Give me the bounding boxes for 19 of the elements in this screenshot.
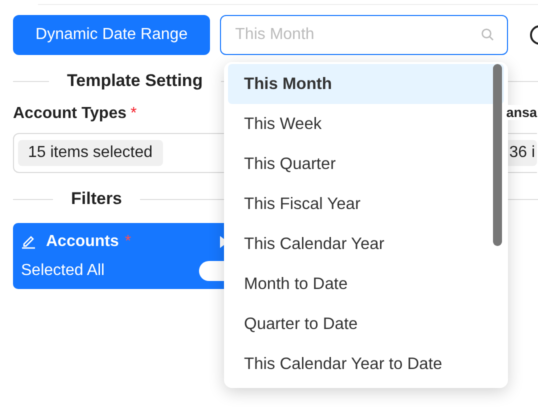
- menu-option[interactable]: This Fiscal Year: [228, 184, 504, 224]
- menu-option[interactable]: Quarter to Date: [228, 304, 504, 344]
- date-range-button[interactable]: Dynamic Date Range: [13, 15, 210, 55]
- scrollbar-thumb[interactable]: [493, 64, 502, 246]
- search-field[interactable]: This Month: [220, 15, 508, 55]
- card-title: Accounts: [46, 232, 119, 250]
- field-label: Account Types: [13, 105, 126, 122]
- toggle-label: Selected All: [21, 262, 105, 280]
- required-mark: *: [124, 232, 132, 250]
- menu-option[interactable]: This Calendar Year to Date: [228, 344, 504, 384]
- selection-tag: 36 i: [505, 140, 537, 166]
- pencil-icon: [21, 234, 36, 249]
- field-label: ansa: [506, 105, 537, 120]
- required-mark: *: [130, 105, 137, 122]
- menu-option[interactable]: This Month: [228, 64, 504, 104]
- search-icon: [481, 28, 494, 41]
- section-title: Template Setting: [67, 71, 203, 91]
- selection-tag: 15 items selected: [18, 140, 163, 166]
- section-title: Filters: [71, 189, 122, 209]
